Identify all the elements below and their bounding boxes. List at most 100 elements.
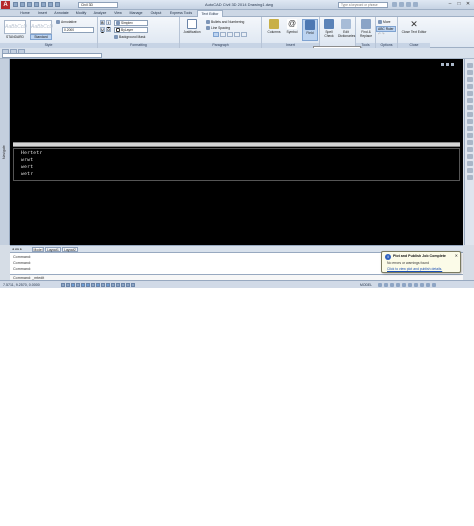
coordinates-readout[interactable]: 7.5711, 9.2570, 0.0000: [3, 283, 40, 287]
orbit-icon[interactable]: [467, 84, 473, 89]
style-standard-button[interactable]: Standard: [30, 34, 52, 40]
ortho-icon[interactable]: [76, 282, 80, 287]
tab-output[interactable]: Output: [147, 10, 165, 17]
polar-icon[interactable]: [81, 282, 85, 287]
justify-icon[interactable]: [234, 32, 240, 37]
grid-icon[interactable]: [71, 282, 75, 287]
minimize-viewport-icon[interactable]: [441, 63, 444, 66]
new-icon[interactable]: [13, 2, 18, 7]
quick-view-drawings-icon[interactable]: [384, 282, 388, 287]
tab-home[interactable]: Home: [16, 10, 34, 17]
distribute-icon[interactable]: [241, 32, 247, 37]
ducs-icon[interactable]: [101, 282, 105, 287]
tab-annotate[interactable]: Annotate: [52, 10, 71, 17]
columns-button[interactable]: Columns: [266, 19, 282, 34]
account-icon[interactable]: [399, 2, 404, 7]
search-input[interactable]: Type a keyword or phrase: [338, 2, 388, 8]
dyn-icon[interactable]: [106, 282, 110, 287]
overline-button[interactable]: O: [106, 27, 111, 32]
plot-status-icon[interactable]: [426, 282, 430, 287]
open-icon[interactable]: [20, 2, 25, 7]
snap-icon[interactable]: [66, 282, 70, 287]
extend-icon[interactable]: [467, 147, 473, 152]
tab-express-tools[interactable]: Express Tools: [167, 10, 195, 17]
more-button[interactable]: More: [378, 20, 391, 25]
isolate-objects-icon[interactable]: [420, 282, 424, 287]
fillet-icon[interactable]: [467, 154, 473, 159]
3dosnap-icon[interactable]: [91, 282, 95, 287]
workspace-switch-icon[interactable]: [402, 282, 406, 287]
justification-button[interactable]: Justification: [182, 19, 202, 34]
close-button[interactable]: ✕: [464, 1, 472, 8]
annotation-scale-icon[interactable]: [390, 282, 394, 287]
tab-view[interactable]: View: [111, 10, 125, 17]
align-center-icon[interactable]: [220, 32, 226, 37]
array-icon[interactable]: [467, 161, 473, 166]
color-dropdown[interactable]: ByLayer: [114, 27, 148, 33]
undo-button[interactable]: ↶: [378, 32, 381, 36]
align-right-icon[interactable]: [227, 32, 233, 37]
save-as-icon[interactable]: [34, 2, 39, 7]
move-icon[interactable]: [467, 105, 473, 110]
erase-icon[interactable]: [467, 175, 473, 180]
tab-modify[interactable]: Modify: [73, 10, 89, 17]
redo-button[interactable]: ↷: [382, 32, 385, 36]
mtext-editor[interactable]: Hertetr wrwt wert wetr: [13, 148, 460, 181]
steering-wheel-icon[interactable]: [467, 63, 473, 68]
text-height-field[interactable]: 0.2000: [62, 27, 94, 33]
am-icon[interactable]: [131, 282, 135, 287]
background-mask-button[interactable]: Background Mask: [114, 35, 145, 40]
redo-icon[interactable]: [55, 2, 60, 7]
annotative-button[interactable]: Annotative: [56, 20, 77, 25]
undo-icon[interactable]: [48, 2, 53, 7]
annotation-visibility-icon[interactable]: [396, 282, 400, 287]
print-icon[interactable]: [41, 2, 46, 7]
lwt-icon[interactable]: [111, 282, 115, 287]
font-dropdown[interactable]: Simplex: [114, 20, 148, 26]
toolbar-lock-icon[interactable]: [408, 282, 412, 287]
hardware-acceleration-icon[interactable]: [414, 282, 418, 287]
model-space-toggle[interactable]: MODEL: [360, 283, 372, 287]
showmotion-icon[interactable]: [467, 91, 473, 96]
tab-analyze[interactable]: Analyze: [91, 10, 109, 17]
close-text-editor-button[interactable]: ✕ Close Text Editor: [400, 19, 428, 34]
line-spacing-button[interactable]: Line Spacing: [206, 26, 230, 31]
tab-insert[interactable]: Insert: [35, 10, 50, 17]
find-replace-button[interactable]: Find & Replace: [358, 19, 374, 38]
osnap-icon[interactable]: [86, 282, 90, 287]
tpy-icon[interactable]: [116, 282, 120, 287]
pan-icon[interactable]: [467, 70, 473, 75]
otrack-icon[interactable]: [96, 282, 100, 287]
restore-viewport-icon[interactable]: [446, 63, 449, 66]
field-button[interactable]: Field: [302, 19, 318, 41]
scale-icon[interactable]: [467, 126, 473, 131]
trim-icon[interactable]: [467, 140, 473, 145]
lock-icon[interactable]: [467, 98, 473, 103]
symbol-button[interactable]: @ Symbol: [284, 19, 300, 34]
maximize-button[interactable]: □: [455, 1, 463, 8]
offset-icon[interactable]: [467, 133, 473, 138]
style-swatch-standard[interactable]: AaBbCcD: [4, 20, 27, 34]
view-details-link[interactable]: Click to view plot and publish details.: [387, 267, 442, 271]
qp-icon[interactable]: [121, 282, 125, 287]
layout-nav-arrows[interactable]: ◂ ◂ ▸ ▸: [12, 247, 22, 251]
search-icon[interactable]: [392, 2, 397, 7]
copy-icon[interactable]: [467, 112, 473, 117]
edit-dictionaries-button[interactable]: Edit Dictionaries: [338, 19, 355, 38]
mirror-icon[interactable]: [467, 168, 473, 173]
sc-icon[interactable]: [126, 282, 130, 287]
mtext-ruler[interactable]: [13, 142, 460, 147]
align-left-icon[interactable]: [213, 32, 219, 37]
clean-screen-icon[interactable]: [432, 282, 436, 287]
style-swatch-annotative[interactable]: AaBbCcD: [30, 20, 53, 34]
underline-button[interactable]: U: [100, 27, 105, 32]
notification-close-icon[interactable]: ✕: [455, 253, 458, 258]
workspace-selector[interactable]: Civil 3D: [78, 1, 118, 8]
application-menu-button[interactable]: A: [1, 1, 10, 9]
italic-button[interactable]: I: [106, 20, 111, 25]
bullets-button[interactable]: Bullets and Numbering: [206, 20, 244, 25]
spell-check-button[interactable]: Spell Check: [321, 19, 337, 38]
save-icon[interactable]: [27, 2, 32, 7]
exchange-icon[interactable]: [406, 2, 411, 7]
quick-view-layouts-icon[interactable]: [378, 282, 382, 287]
